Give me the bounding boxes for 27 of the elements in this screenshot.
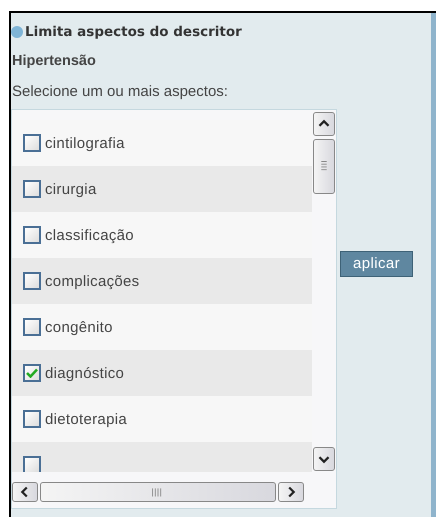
aspect-label[interactable]: dietoterapia: [45, 410, 127, 428]
scroll-right-icon[interactable]: [278, 482, 304, 502]
bullet-icon: [11, 26, 23, 38]
aspect-label[interactable]: cirurgia: [45, 180, 97, 198]
checkbox[interactable]: [23, 134, 41, 152]
scroll-up-icon[interactable]: [313, 112, 335, 136]
panel-title: Limita aspectos do descritor: [25, 24, 242, 40]
instruction-text: Selecione um ou mais aspectos:: [12, 83, 229, 100]
checkbox[interactable]: [23, 272, 41, 290]
aspect-label[interactable]: congênito: [45, 318, 113, 336]
aspect-label[interactable]: diagnóstico: [45, 364, 124, 382]
horizontal-scroll-thumb[interactable]: [40, 482, 276, 502]
aspect-label[interactable]: complicações: [45, 272, 140, 290]
checkbox[interactable]: [23, 318, 41, 336]
descriptor-name: Hipertensão: [12, 53, 97, 69]
scroll-left-icon[interactable]: [12, 482, 38, 502]
checkbox[interactable]: [23, 410, 41, 428]
aspect-label[interactable]: classificação: [45, 226, 134, 244]
scroll-thumb[interactable]: [313, 139, 335, 194]
checkbox[interactable]: [23, 456, 41, 472]
checkbox[interactable]: [23, 180, 41, 198]
scroll-down-icon[interactable]: [313, 447, 335, 471]
checkbox[interactable]: [23, 364, 41, 382]
aspect-label[interactable]: cintilografia: [45, 134, 125, 152]
checkmark-icon: [26, 368, 38, 378]
apply-button[interactable]: aplicar: [340, 251, 413, 277]
checkbox[interactable]: [23, 226, 41, 244]
